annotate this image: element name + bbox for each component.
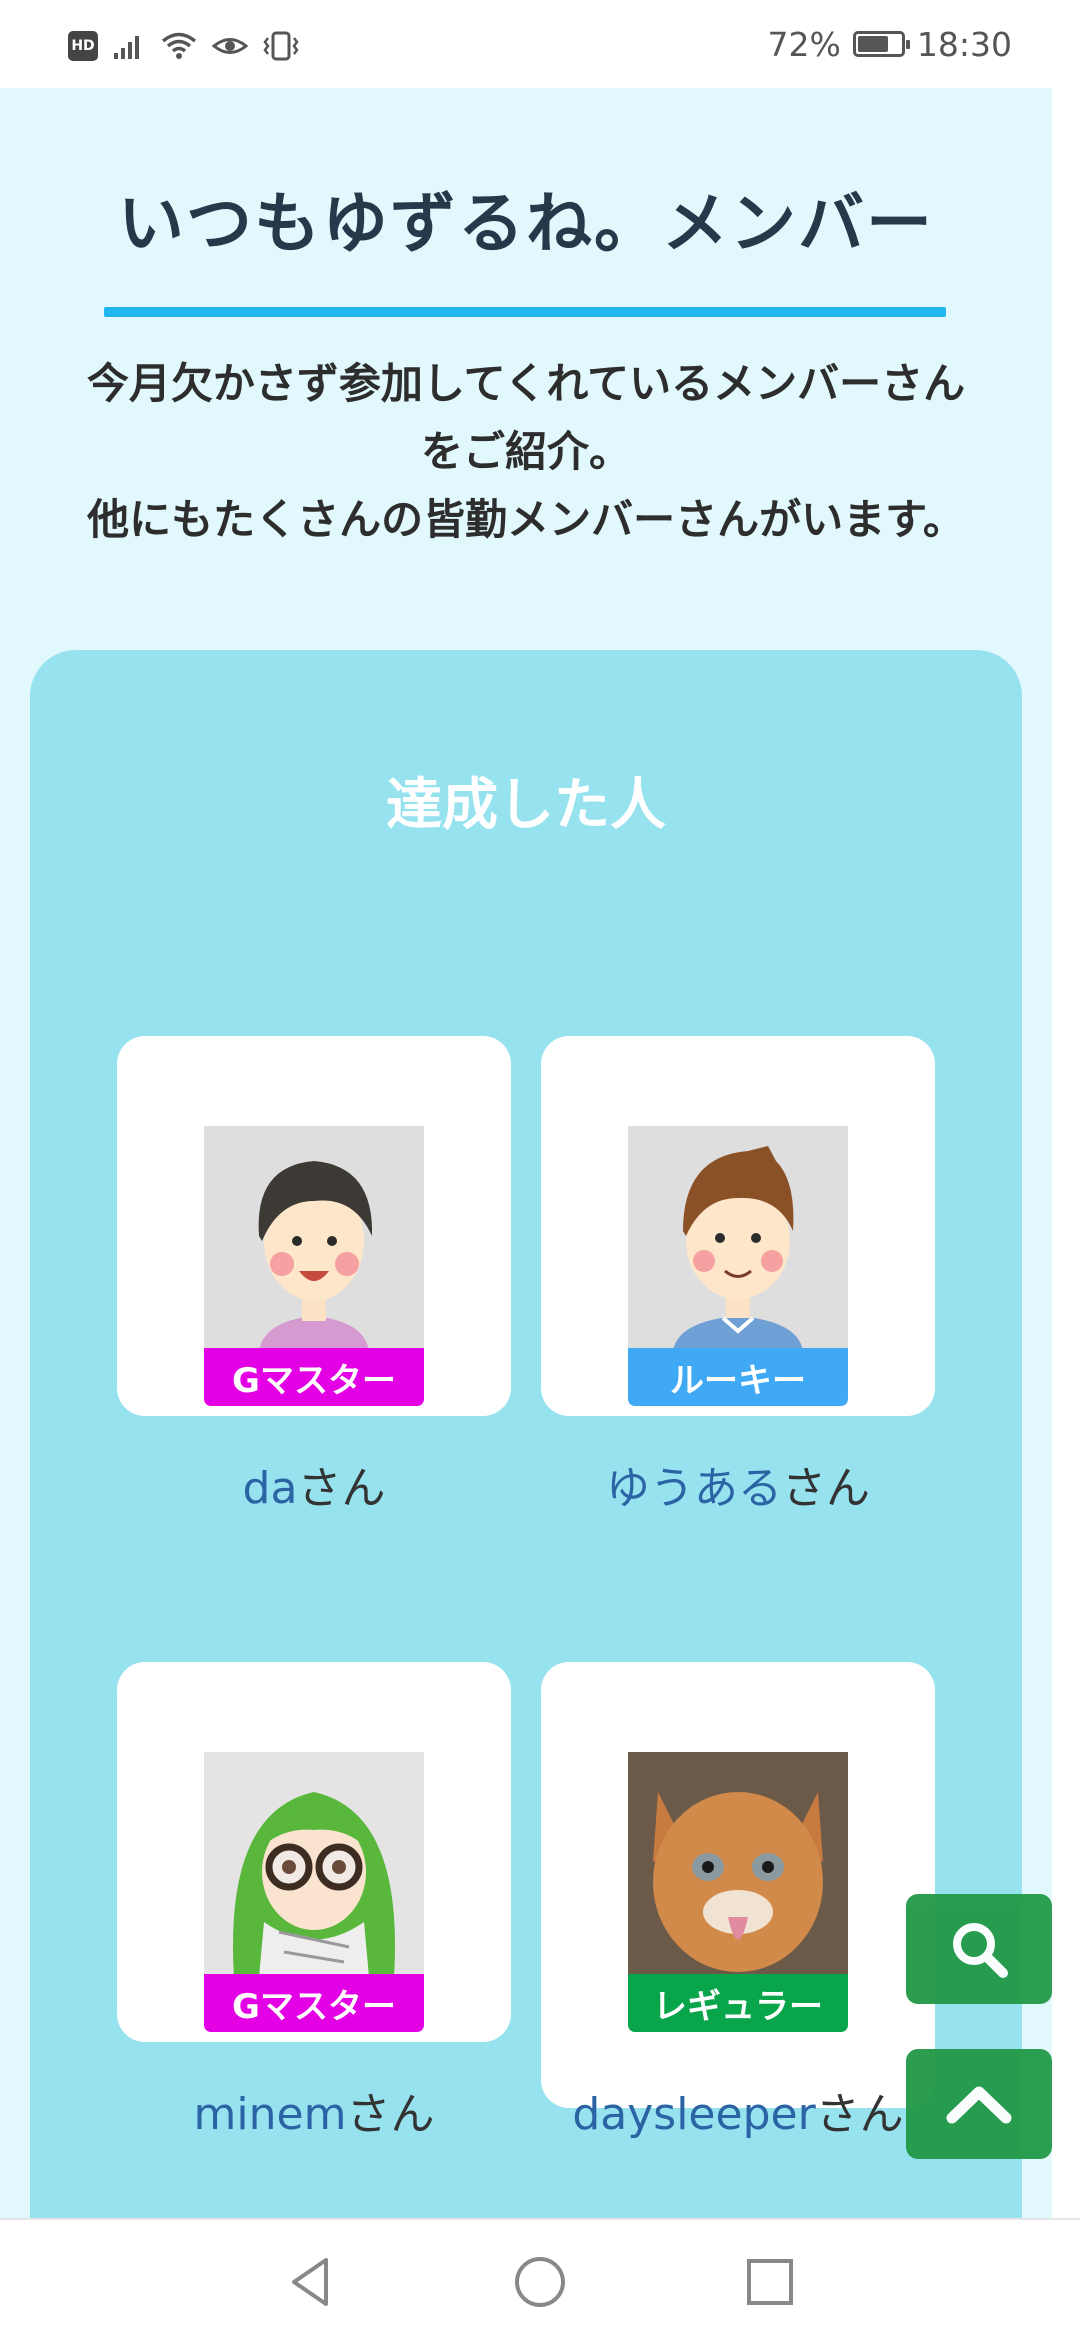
honorific: さん <box>297 1463 386 1514</box>
back-triangle-icon[interactable] <box>284 2254 340 2310</box>
rank-badge: Gマスター <box>204 1974 424 2032</box>
avatar-frame: ルーキー <box>628 1126 848 1406</box>
search-button[interactable] <box>906 1894 1052 2004</box>
member-name-link[interactable]: daysleeper <box>572 2089 815 2140</box>
signal-icon <box>114 36 139 59</box>
page-title: いつもゆずるね。メンバー <box>118 185 934 262</box>
panel-title: 達成した人 <box>386 773 666 838</box>
wifi-icon <box>161 32 197 59</box>
member-name-link[interactable]: da <box>243 1463 298 1514</box>
member-name-link[interactable]: minem <box>194 2089 347 2140</box>
system-nav-bar <box>0 2218 1080 2340</box>
member-card-minem[interactable]: Gマスター minemさん <box>117 1662 511 2140</box>
honorific: さん <box>782 1463 870 1514</box>
recents-square-icon[interactable] <box>742 2254 798 2310</box>
honorific: さん <box>346 2089 435 2140</box>
status-icons-right: 72% 18:30 <box>768 22 1012 66</box>
member-card-daysleeper[interactable]: レギュラー daysleeperさん <box>541 1662 935 2140</box>
member-card-yuuaru[interactable]: ルーキー ゆうあるさん <box>541 1036 935 1514</box>
rank-badge: ルーキー <box>628 1348 848 1406</box>
avatar-frame: Gマスター <box>204 1126 424 1406</box>
title-underline <box>104 307 946 317</box>
status-bar: HD 72% 18:30 <box>0 0 1080 88</box>
member-name[interactable]: daさん <box>137 1456 491 1522</box>
hd-icon: HD <box>68 31 98 61</box>
member-card-da[interactable]: Gマスター daさん <box>117 1036 511 1514</box>
search-icon <box>953 1923 1008 1978</box>
page-content: いつもゆずるね。メンバー 今月欠かさず参加してくれているメンバーさん をご紹介。… <box>0 88 1052 2218</box>
page-right-margin <box>1052 88 1080 2218</box>
scroll-to-top-button[interactable] <box>906 2049 1052 2159</box>
member-name[interactable]: ゆうあるさん <box>561 1456 915 1522</box>
status-icons-left: HD <box>68 26 300 66</box>
member-name-link[interactable]: ゆうある <box>606 1463 782 1514</box>
clock: 18:30 <box>916 24 1012 64</box>
rank-badge: Gマスター <box>204 1348 424 1406</box>
honorific: さん <box>815 2089 904 2140</box>
intro-line-3: 他にもたくさんの皆勤メンバーさんがいます。 <box>87 495 965 544</box>
intro-line-1: 今月欠かさず参加してくれているメンバーさん <box>86 359 966 408</box>
home-circle-icon[interactable] <box>512 2254 568 2310</box>
avatar-frame: レギュラー <box>628 1752 848 2032</box>
eye-icon <box>212 38 248 54</box>
vibrate-icon <box>263 31 299 61</box>
intro-text: 今月欠かさず参加してくれているメンバーさん をご紹介。 他にもたくさんの皆勤メン… <box>30 350 1022 554</box>
member-name[interactable]: daysleeperさん <box>561 2082 915 2148</box>
battery-percent: 72% <box>767 24 841 64</box>
kitten-photo-avatar <box>628 1752 848 1977</box>
battery-icon <box>852 31 910 57</box>
green-hair-glasses-avatar <box>204 1752 424 1977</box>
chevron-up-icon <box>946 2086 1012 2124</box>
intro-line-2: をご紹介。 <box>420 427 631 476</box>
rank-badge: レギュラー <box>628 1974 848 2032</box>
boy-brown-hair-avatar <box>628 1126 848 1351</box>
achievers-panel: 達成した人 Gマスター daさん ルーキー ゆうあるさん Gマスター minem… <box>30 650 1022 2218</box>
boy-black-hair-avatar <box>204 1126 424 1351</box>
avatar-frame: Gマスター <box>204 1752 424 2032</box>
member-name[interactable]: minemさん <box>137 2082 491 2148</box>
